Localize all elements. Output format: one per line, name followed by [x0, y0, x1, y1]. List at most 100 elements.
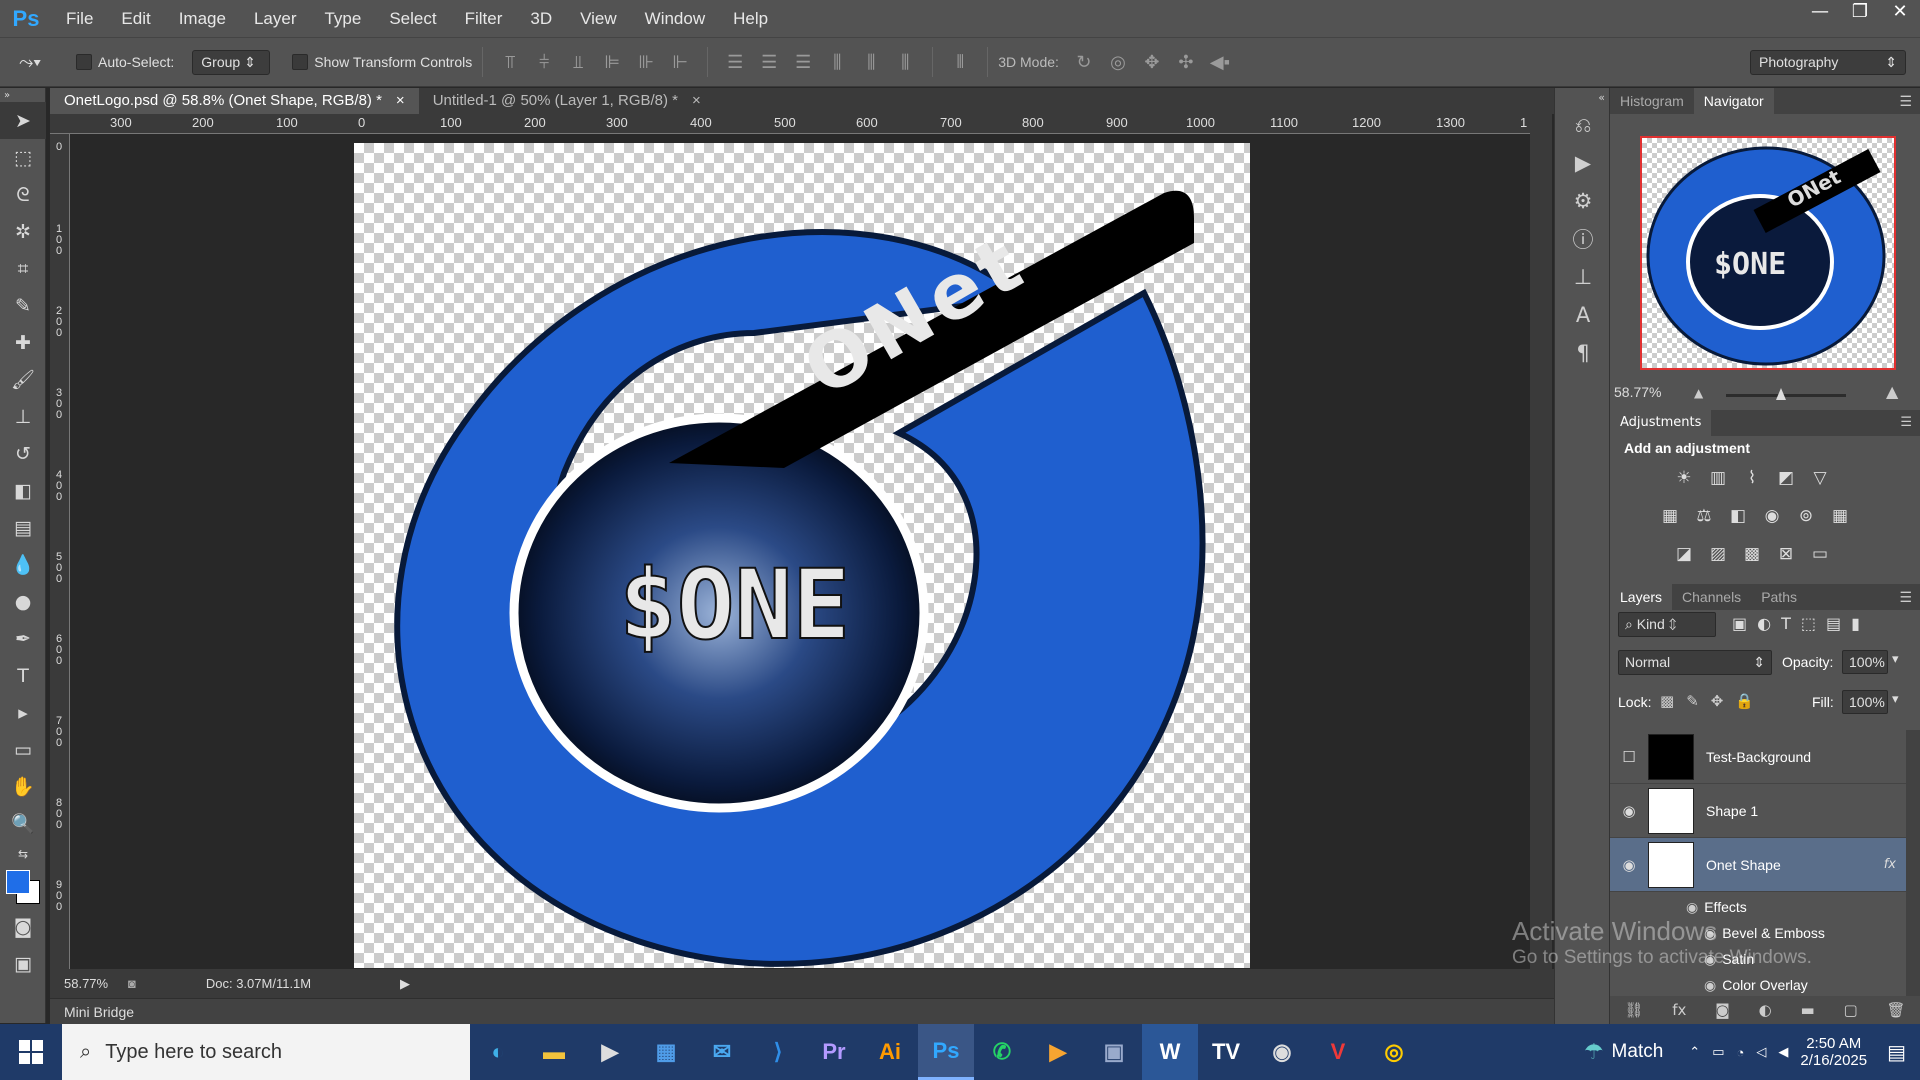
volume-icon[interactable]: ◀: [1778, 1044, 1788, 1060]
character-panel-icon[interactable]: A: [1555, 296, 1611, 334]
hue-saturation-icon[interactable]: ▦: [1656, 502, 1684, 530]
magic-wand-tool-icon[interactable]: ✲: [0, 213, 46, 250]
vertical-scrollbar[interactable]: [1530, 114, 1552, 969]
distribute-hcenter-icon[interactable]: ⫼: [854, 47, 888, 77]
filter-toggle-icon[interactable]: ▮: [1851, 614, 1860, 633]
brightness-icon[interactable]: ☀: [1670, 464, 1698, 492]
gradient-map-icon[interactable]: ▭: [1806, 540, 1834, 568]
close-button[interactable]: ✕: [1880, 0, 1920, 24]
blur-tool-icon[interactable]: 💧: [0, 546, 46, 583]
clone-stamp-tool-icon[interactable]: ⊥: [0, 398, 46, 435]
mute-icon[interactable]: ◁: [1756, 1044, 1766, 1060]
gradient-tool-icon[interactable]: ▤: [0, 509, 46, 546]
swap-colors-icon[interactable]: ⇆: [0, 842, 46, 866]
color-lookup-icon[interactable]: ▦: [1826, 502, 1854, 530]
navigator-zoom-value[interactable]: 58.77%: [1614, 384, 1661, 400]
menu-image[interactable]: Image: [165, 9, 240, 29]
filter-shape-icon[interactable]: ⬚: [1801, 614, 1816, 633]
vscode-icon[interactable]: ⟩: [750, 1024, 806, 1080]
eye-icon[interactable]: ◉: [1610, 856, 1648, 874]
zoom-slider[interactable]: [1726, 388, 1846, 400]
move-tool-icon[interactable]: ➤: [0, 102, 46, 139]
effect-row[interactable]: ◉ Bevel & Emboss: [1704, 920, 1825, 946]
history-panel-icon[interactable]: ⎌: [1555, 106, 1611, 144]
layers-scrollbar[interactable]: [1906, 730, 1920, 1000]
auto-select-dropdown[interactable]: Group ⇕: [192, 49, 271, 75]
channel-mixer-icon[interactable]: ⊚: [1792, 502, 1820, 530]
fill-input[interactable]: 100%: [1842, 690, 1888, 714]
close-tab-icon[interactable]: ×: [692, 92, 701, 109]
photo-filter-icon[interactable]: ◉: [1758, 502, 1786, 530]
restore-button[interactable]: ❐: [1840, 0, 1880, 24]
distribute-top-icon[interactable]: ☰: [718, 47, 752, 77]
lock-position-icon[interactable]: ✥: [1711, 692, 1724, 710]
path-selection-tool-icon[interactable]: ▸: [0, 694, 46, 731]
tab-layers[interactable]: Layers: [1610, 584, 1673, 610]
expand-dock-icon[interactable]: «: [1555, 88, 1611, 106]
zoom-in-icon[interactable]: ▲: [1886, 382, 1898, 401]
zoom-out-icon[interactable]: ▲: [1694, 386, 1703, 400]
shape-tool-icon[interactable]: ▭: [0, 731, 46, 768]
tab-untitled[interactable]: Untitled-1 @ 50% (Layer 1, RGB/8) * ×: [419, 88, 715, 114]
curves-icon[interactable]: ⌇: [1738, 464, 1766, 492]
align-right-icon[interactable]: ⊩: [663, 47, 697, 77]
filter-smart-object-icon[interactable]: ▤: [1826, 614, 1841, 633]
3d-rotate-icon[interactable]: ↻: [1067, 47, 1101, 77]
marquee-tool-icon[interactable]: ⬚: [0, 139, 46, 176]
lock-all-icon[interactable]: 🔒: [1735, 692, 1754, 710]
3d-roll-icon[interactable]: ◎: [1101, 47, 1135, 77]
weather-icon[interactable]: ☂: [1584, 1039, 1604, 1065]
type-tool-icon[interactable]: T: [0, 657, 46, 694]
navigator-thumbnail[interactable]: ONet $ONE: [1640, 136, 1896, 370]
new-layer-icon[interactable]: ▢: [1844, 1001, 1858, 1019]
weather-label[interactable]: Match: [1612, 1041, 1664, 1063]
obs-icon[interactable]: ◉: [1254, 1024, 1310, 1080]
network-icon[interactable]: ◔: [1737, 1045, 1745, 1060]
tab-paths[interactable]: Paths: [1751, 584, 1807, 610]
align-bottom-icon[interactable]: ⫫: [561, 47, 595, 77]
align-left-icon[interactable]: ⊫: [595, 47, 629, 77]
lock-pixels-icon[interactable]: ✎: [1686, 692, 1699, 710]
start-button[interactable]: [0, 1024, 62, 1080]
tv-app-icon[interactable]: TV: [1198, 1024, 1254, 1080]
link-layers-icon[interactable]: ⛓: [1624, 1001, 1643, 1019]
distribute-bottom-icon[interactable]: ☰: [786, 47, 820, 77]
chrome-icon[interactable]: ◎: [1366, 1024, 1422, 1080]
auto-select-checkbox[interactable]: [76, 54, 92, 70]
crop-tool-icon[interactable]: ⌗: [0, 250, 46, 287]
quick-mask-icon[interactable]: ◙: [0, 908, 46, 945]
effects-row[interactable]: ◉ Effects: [1686, 894, 1747, 920]
effect-row[interactable]: ◉ Color Overlay: [1704, 972, 1808, 998]
eye-icon[interactable]: ◉: [1686, 899, 1698, 916]
photoshop-taskbar-icon[interactable]: Ps: [918, 1024, 974, 1080]
healing-brush-tool-icon[interactable]: ✚: [0, 324, 46, 361]
mini-bridge-panel[interactable]: Mini Bridge: [50, 998, 1554, 1024]
premiere-icon[interactable]: Pr: [806, 1024, 862, 1080]
invert-icon[interactable]: ◪: [1670, 540, 1698, 568]
eraser-tool-icon[interactable]: ◧: [0, 472, 46, 509]
fx-badge[interactable]: fx: [1884, 857, 1896, 872]
workspace-dropdown[interactable]: Photography ⇕: [1750, 49, 1906, 75]
document-canvas[interactable]: ONet $ONE: [354, 143, 1250, 968]
screen-mode-icon[interactable]: ▣: [0, 945, 46, 982]
panel-menu-icon[interactable]: ☰: [1899, 584, 1920, 610]
show-transform-checkbox[interactable]: [292, 54, 309, 70]
foreground-color-swatch[interactable]: [6, 870, 30, 894]
status-menu-arrow-icon[interactable]: ▶: [400, 976, 410, 992]
filter-pixel-icon[interactable]: ▣: [1732, 614, 1747, 633]
tab-channels[interactable]: Channels: [1672, 584, 1751, 610]
layer-name[interactable]: Test-Background: [1706, 749, 1811, 765]
opacity-arrow-icon[interactable]: ▾: [1892, 652, 1899, 667]
menu-filter[interactable]: Filter: [451, 9, 517, 29]
eyedropper-tool-icon[interactable]: ✎: [0, 287, 46, 324]
brush-tool-icon[interactable]: 🖌: [0, 361, 46, 398]
file-explorer-icon[interactable]: ▬: [526, 1024, 582, 1080]
distribute-vcenter-icon[interactable]: ☰: [752, 47, 786, 77]
align-hcenter-icon[interactable]: ⊪: [629, 47, 663, 77]
align-top-icon[interactable]: ⫪: [493, 47, 527, 77]
status-info-icon[interactable]: ◙: [128, 976, 136, 991]
add-style-icon[interactable]: fx: [1672, 1001, 1686, 1019]
battery-icon[interactable]: ▭: [1712, 1044, 1724, 1060]
edge-app-icon[interactable]: ◐: [470, 1024, 526, 1080]
posterize-icon[interactable]: ▨: [1704, 540, 1732, 568]
